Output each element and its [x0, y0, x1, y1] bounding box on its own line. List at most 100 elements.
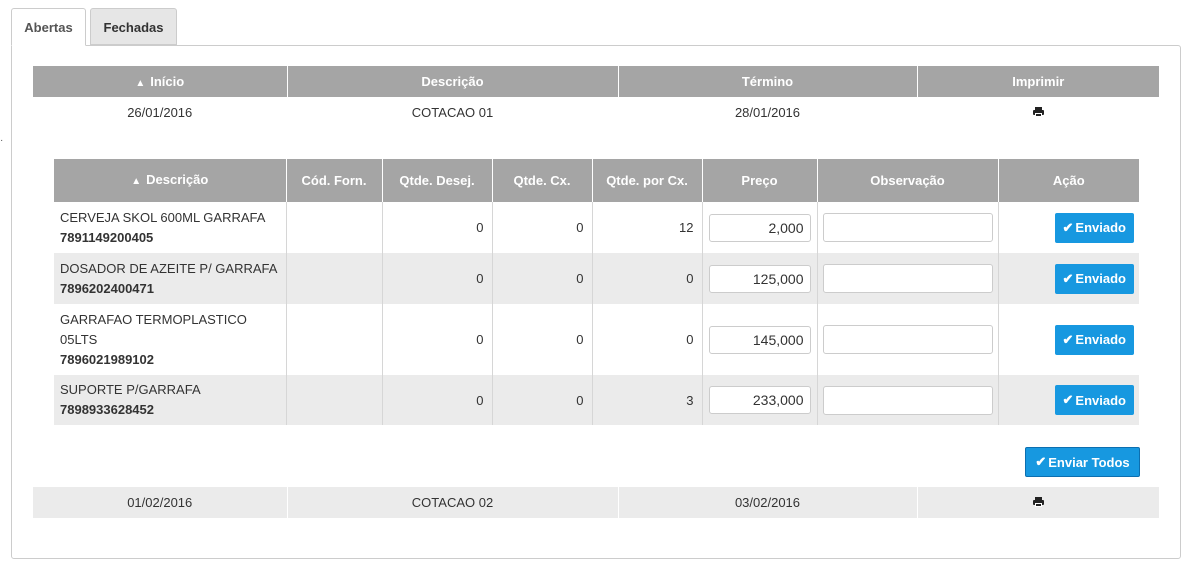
item-qty-box: 0 [492, 375, 593, 425]
quote-description: COTACAO 01 [287, 97, 619, 128]
quote-start: 26/01/2016 [33, 97, 288, 128]
column-header-start[interactable]: ▲ Início [33, 66, 288, 97]
column-header-supplier-code[interactable]: Cód. Forn. [286, 159, 383, 202]
quote-row[interactable]: 26/01/2016 COTACAO 01 28/01/2016 [33, 97, 1159, 128]
item-supplier-code [286, 304, 383, 375]
quote-row[interactable]: 01/02/2016 COTACAO 02 03/02/2016 [33, 487, 1159, 518]
item-row: SUPORTE P/GARRAFA 7898933628452 0 0 3 ✔E… [54, 375, 1139, 425]
item-price-cell [702, 304, 818, 375]
item-row: GARRAFAO TERMOPLASTICO 05LTS 78960219891… [54, 304, 1139, 375]
send-all-button-label: Enviar Todos [1048, 454, 1130, 470]
sent-button-label: Enviado [1075, 392, 1126, 408]
item-supplier-code [286, 375, 383, 425]
item-qty-desired: 0 [382, 202, 493, 253]
item-price-cell [702, 202, 818, 253]
item-note-cell [817, 202, 999, 253]
item-qty-desired: 0 [382, 304, 493, 375]
item-note-cell [817, 375, 999, 425]
sort-asc-icon: ▲ [131, 175, 142, 187]
quote-end: 03/02/2016 [618, 487, 918, 518]
check-icon: ✔ [1062, 392, 1074, 407]
item-supplier-code [286, 202, 383, 253]
check-icon: ✔ [1062, 331, 1074, 347]
printer-icon[interactable] [1032, 497, 1044, 507]
item-note-cell [817, 253, 999, 304]
item-price-cell [702, 375, 818, 425]
item-action-cell: ✔ Enviado [998, 202, 1139, 253]
column-header-qty-per-box[interactable]: Qtde. por Cx. [592, 159, 703, 202]
column-header-note[interactable]: Observação [817, 159, 999, 202]
sent-button[interactable]: ✔ Enviado [1054, 385, 1134, 415]
item-name: GARRAFAO TERMOPLASTICO 05LTS [60, 311, 247, 347]
item-price-cell [702, 253, 818, 304]
column-header-print: Imprimir [917, 66, 1159, 97]
column-header-end[interactable]: Término [618, 66, 918, 97]
item-qty-per-box: 0 [592, 304, 703, 375]
sort-asc-icon: ▲ [135, 78, 146, 89]
item-description: DOSADOR DE AZEITE P/ GARRAFA 78962024004… [54, 253, 287, 304]
item-qty-desired: 0 [382, 375, 493, 425]
check-icon: ✔ [1062, 270, 1074, 286]
column-header-price[interactable]: Preço [702, 159, 818, 202]
printer-icon[interactable] [1032, 107, 1044, 117]
item-action-cell: ✔ Enviado [998, 253, 1139, 304]
item-supplier-code [286, 253, 383, 304]
column-header-start-label: Início [150, 74, 185, 89]
item-action-cell: ✔ Enviado [998, 304, 1139, 375]
column-header-item-description[interactable]: ▲ Descrição [54, 159, 287, 202]
quote-start: 01/02/2016 [33, 487, 288, 518]
quote-print-cell [917, 97, 1159, 128]
price-input[interactable] [708, 264, 811, 293]
quote-print-cell [917, 487, 1159, 518]
item-qty-per-box: 12 [592, 202, 703, 253]
price-input[interactable] [708, 325, 811, 354]
price-input[interactable] [708, 213, 811, 242]
sent-button-label: Enviado [1075, 271, 1126, 286]
item-description: GARRAFAO TERMOPLASTICO 05LTS 78960219891… [54, 304, 287, 375]
item-code: 7896202400471 [60, 280, 154, 296]
quote-end: 28/01/2016 [618, 97, 918, 128]
note-input[interactable] [822, 325, 993, 354]
note-input[interactable] [822, 264, 993, 293]
item-note-cell [817, 304, 999, 375]
column-header-description[interactable]: Descrição [287, 66, 619, 97]
item-qty-box: 0 [492, 253, 593, 304]
sent-button[interactable]: ✔ Enviado [1054, 324, 1134, 355]
column-header-item-description-label: Descrição [146, 171, 209, 187]
price-input[interactable] [708, 386, 811, 414]
item-name: SUPORTE P/GARRAFA [60, 382, 201, 397]
sent-button-label: Enviado [1075, 332, 1126, 347]
note-input[interactable] [822, 213, 993, 242]
column-header-qty-box[interactable]: Qtde. Cx. [492, 159, 593, 202]
check-icon: ✔ [1035, 454, 1047, 469]
sent-button-label: Enviado [1075, 220, 1126, 235]
send-all-button[interactable]: ✔ Enviar Todos [1025, 447, 1140, 477]
item-code: 7891149200405 [60, 229, 154, 245]
item-action-cell: ✔ Enviado [998, 375, 1139, 425]
column-header-action: Ação [998, 159, 1139, 202]
column-header-qty-desired[interactable]: Qtde. Desej. [382, 159, 493, 202]
item-name: DOSADOR DE AZEITE P/ GARRAFA [60, 260, 278, 276]
quotes-table-row-2: 01/02/2016 COTACAO 02 03/02/2016 [33, 487, 1159, 518]
check-icon: ✔ [1062, 219, 1074, 235]
item-description: CERVEJA SKOL 600ML GARRAFA 7891149200405 [54, 202, 287, 253]
item-code: 7898933628452 [60, 402, 154, 417]
item-qty-per-box: 0 [592, 253, 703, 304]
item-qty-desired: 0 [382, 253, 493, 304]
item-row: DOSADOR DE AZEITE P/ GARRAFA 78962024004… [54, 253, 1139, 304]
item-qty-box: 0 [492, 202, 593, 253]
tab-abertas[interactable]: Abertas [11, 8, 86, 46]
item-code: 7896021989102 [60, 351, 154, 367]
sent-button[interactable]: ✔ Enviado [1054, 212, 1134, 243]
item-row: CERVEJA SKOL 600ML GARRAFA 7891149200405… [54, 202, 1139, 253]
items-table: ▲ Descrição Cód. Forn. Qtde. Desej. Qtde.… [54, 159, 1139, 425]
stray-mark: · [0, 135, 4, 146]
item-qty-box: 0 [492, 304, 593, 375]
note-input[interactable] [822, 385, 993, 415]
quotes-table: ▲ Início Descrição Término Imprimir 26/01… [33, 66, 1159, 128]
tab-fechadas[interactable]: Fechadas [90, 8, 177, 45]
item-description: SUPORTE P/GARRAFA 7898933628452 [54, 375, 287, 425]
sent-button[interactable]: ✔ Enviado [1054, 263, 1134, 294]
item-name: CERVEJA SKOL 600ML GARRAFA [60, 209, 266, 225]
quote-description: COTACAO 02 [287, 487, 619, 518]
